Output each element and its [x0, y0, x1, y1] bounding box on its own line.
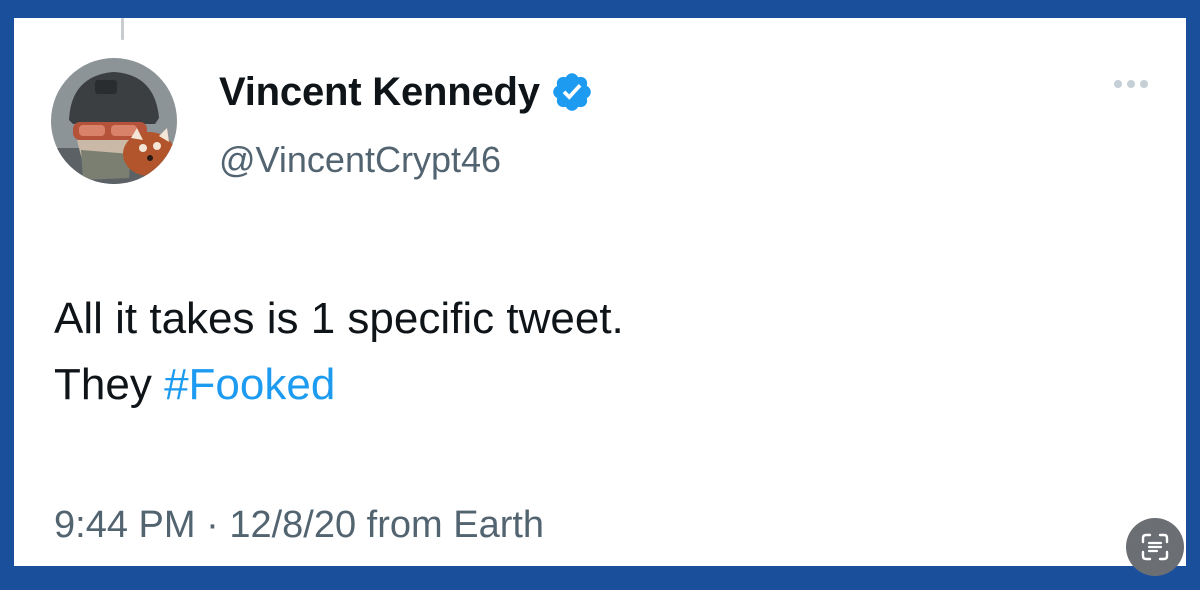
- hashtag-link[interactable]: #Fooked: [164, 360, 335, 409]
- tweet-time[interactable]: 9:44 PM: [54, 504, 196, 546]
- tweet-metadata: 9:44 PM · 12/8/20 from Earth: [54, 506, 544, 544]
- tweet-text: All it takes is 1 specific tweet. They #…: [54, 286, 624, 418]
- tweet-card: Vincent Kennedy @VincentCrypt46 All it t…: [14, 18, 1186, 566]
- more-dot: [1114, 80, 1122, 88]
- more-dot: [1140, 80, 1148, 88]
- author-row: Vincent Kennedy: [219, 70, 594, 114]
- live-text-scan-icon[interactable]: [1126, 518, 1184, 576]
- tweet-date[interactable]: 12/8/20: [229, 504, 356, 546]
- tweet-text-prefix: They: [54, 360, 152, 409]
- avatar-image: [51, 58, 177, 184]
- meta-separator: ·: [206, 504, 219, 546]
- display-name[interactable]: Vincent Kennedy: [219, 72, 540, 112]
- avatar[interactable]: [51, 58, 177, 184]
- tweet-text-line-2: They #Fooked: [54, 352, 624, 418]
- thread-connector-line: [121, 18, 124, 40]
- user-handle[interactable]: @VincentCrypt46: [219, 142, 501, 178]
- tweet-source: from Earth: [366, 504, 545, 546]
- verified-badge-icon: [550, 70, 594, 114]
- more-dot: [1127, 80, 1135, 88]
- tweet-text-line-1: All it takes is 1 specific tweet.: [54, 294, 624, 343]
- more-options-icon[interactable]: [1114, 80, 1148, 88]
